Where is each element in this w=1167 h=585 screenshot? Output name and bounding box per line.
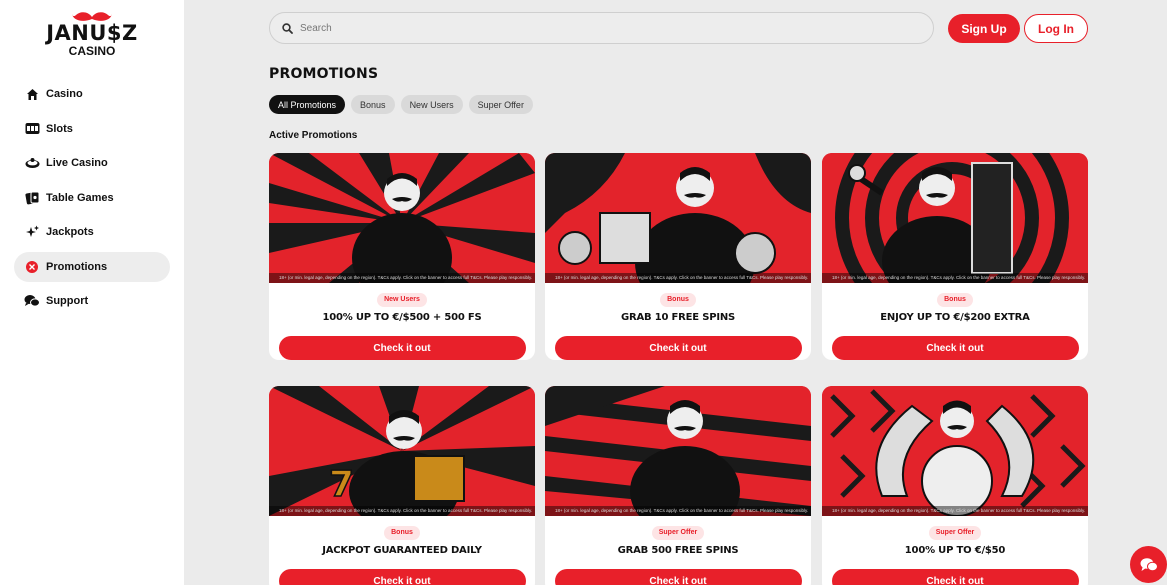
promo-banner[interactable]: 18+ (or min. legal age, depending on the… (545, 153, 811, 283)
promo-illustration (822, 386, 1088, 516)
promo-badge: Super Offer (651, 526, 705, 540)
sidebar-item-label: Support (46, 295, 89, 307)
promo-banner[interactable]: 7 18+ (or min. legal age, depending on t… (269, 386, 535, 516)
disclaimer-text: 18+ (or min. legal age, depending on the… (269, 506, 535, 516)
sidebar-item-jackpots[interactable]: Jackpots (14, 217, 170, 247)
filter-bonus[interactable]: Bonus (351, 95, 395, 114)
sidebar-item-label: Table Games (46, 191, 114, 204)
sidebar-item-live-casino[interactable]: Live Casino (14, 148, 170, 178)
promo-illustration (545, 386, 811, 516)
section-title: Active Promotions (269, 130, 358, 141)
check-it-out-button[interactable]: Check it out (278, 336, 526, 360)
promo-banner[interactable]: 18+ (or min. legal age, depending on the… (822, 153, 1088, 283)
promo-card[interactable]: 18+ (or min. legal age, depending on the… (269, 153, 535, 360)
promo-card[interactable]: 7 18+ (or min. legal age, depending on t… (269, 386, 535, 585)
promo-illustration (269, 153, 535, 283)
promo-card[interactable]: 18+ (or min. legal age, depending on the… (545, 386, 811, 585)
check-it-out-button[interactable]: Check it out (831, 336, 1079, 360)
sign-up-button[interactable]: Sign Up (948, 14, 1020, 43)
sparkle-icon (24, 224, 40, 240)
logo[interactable]: JANU$Z CASINO (46, 11, 138, 67)
live-casino-icon (24, 155, 40, 171)
promo-illustration (822, 153, 1088, 283)
filter-super-offer[interactable]: Super Offer (468, 95, 533, 114)
promo-badge: Bonus (937, 293, 973, 307)
slot-machine-icon (24, 121, 40, 137)
sidebar-item-support[interactable]: Support (14, 286, 170, 316)
disclaimer-text: 18+ (or min. legal age, depending on the… (822, 273, 1088, 283)
check-it-out-button[interactable]: Check it out (554, 569, 802, 585)
chat-icon (1140, 557, 1158, 571)
promo-badge: Bonus (660, 293, 696, 307)
filter-new-users[interactable]: New Users (400, 95, 463, 114)
sidebar-item-slots[interactable]: Slots (14, 114, 170, 144)
promo-title: 100% UP TO €/$500 + 500 FS (322, 312, 482, 323)
promo-title: JACKPOT GUARANTEED DAILY (322, 545, 482, 556)
promo-badge: Bonus (384, 526, 420, 540)
promo-card[interactable]: 18+ (or min. legal age, depending on the… (822, 386, 1088, 585)
sidebar-item-label: Casino (46, 88, 83, 100)
check-it-out-button[interactable]: Check it out (278, 569, 526, 585)
disclaimer-text: 18+ (or min. legal age, depending on the… (545, 506, 811, 516)
promo-banner[interactable]: 18+ (or min. legal age, depending on the… (269, 153, 535, 283)
promo-banner[interactable]: 18+ (or min. legal age, depending on the… (822, 386, 1088, 516)
promo-title: GRAB 500 FREE SPINS (617, 545, 739, 556)
promo-title: GRAB 10 FREE SPINS (620, 312, 736, 323)
logo-wordmark: JANU$Z (46, 21, 138, 45)
search-bar[interactable] (269, 12, 934, 44)
search-icon (282, 22, 293, 34)
svg-text:7: 7 (329, 464, 354, 505)
promotion-filters: All Promotions Bonus New Users Super Off… (269, 95, 533, 114)
filter-all-promotions[interactable]: All Promotions (269, 95, 346, 114)
disclaimer-text: 18+ (or min. legal age, depending on the… (269, 273, 535, 283)
promo-card[interactable]: 18+ (or min. legal age, depending on the… (545, 153, 811, 360)
sidebar-item-promotions[interactable]: Promotions (14, 251, 170, 282)
sidebar-item-label: Live Casino (46, 157, 108, 169)
sidebar-nav: Casino Slots Live Casino Table Games Jac… (14, 79, 170, 321)
logo-subtitle: CASINO (68, 44, 116, 58)
promo-title: ENJOY UP TO €/$200 EXTRA (880, 312, 1030, 323)
sidebar: JANU$Z CASINO Casino Slots Live Casino T… (0, 0, 184, 585)
cards-icon (24, 190, 40, 206)
sidebar-item-table-games[interactable]: Table Games (14, 183, 170, 213)
chat-button[interactable] (1130, 546, 1167, 583)
sidebar-item-label: Promotions (46, 260, 108, 273)
disclaimer-text: 18+ (or min. legal age, depending on the… (822, 506, 1088, 516)
promotions-icon (24, 259, 40, 275)
promo-card[interactable]: 18+ (or min. legal age, depending on the… (822, 153, 1088, 360)
promo-illustration: 7 (269, 386, 535, 516)
page-title: PROMOTIONS (269, 66, 379, 82)
sidebar-item-casino[interactable]: Casino (14, 79, 170, 109)
promo-banner[interactable]: 18+ (or min. legal age, depending on the… (545, 386, 811, 516)
log-in-button[interactable]: Log In (1024, 14, 1088, 43)
sidebar-item-label: Jackpots (46, 226, 94, 238)
check-it-out-button[interactable]: Check it out (554, 336, 802, 360)
promo-illustration (545, 153, 811, 283)
promo-badge: New Users (377, 293, 427, 307)
chat-bubbles-icon (24, 293, 40, 309)
sidebar-item-label: Slots (46, 122, 73, 135)
check-it-out-button[interactable]: Check it out (831, 569, 1079, 585)
promo-badge: Super Offer (928, 526, 982, 540)
promo-title: 100% UP TO €/$50 (904, 545, 1006, 556)
search-input[interactable] (300, 22, 900, 34)
disclaimer-text: 18+ (or min. legal age, depending on the… (545, 273, 811, 283)
home-icon (24, 86, 40, 102)
